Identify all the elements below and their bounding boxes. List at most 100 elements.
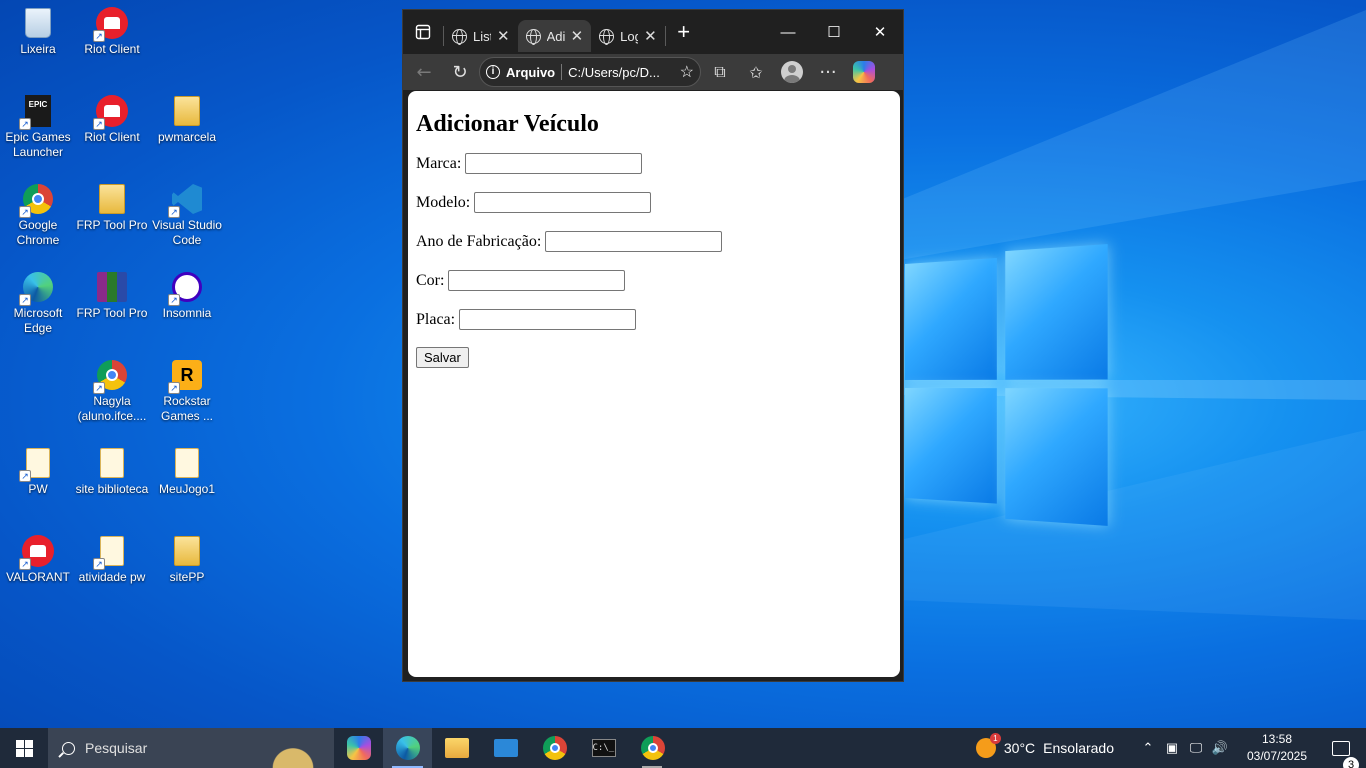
copilot-icon bbox=[346, 736, 371, 760]
copilot-button[interactable] bbox=[847, 56, 881, 88]
sun-icon: 1 bbox=[975, 733, 1001, 758]
desktop-icon-nagyla-chrome[interactable]: ↗ Nagyla (aluno.ifce.... bbox=[74, 358, 150, 424]
desktop-icon-sitepp[interactable]: sitePP bbox=[149, 534, 225, 585]
taskbar-chrome[interactable] bbox=[530, 728, 579, 768]
desktop-icon-label: Riot Client bbox=[84, 42, 140, 56]
taskbar-mail[interactable] bbox=[481, 728, 530, 768]
clock-time: 13:58 bbox=[1261, 732, 1293, 746]
profile-button[interactable] bbox=[775, 56, 809, 88]
show-hidden-icons-button[interactable]: ⌃ bbox=[1136, 728, 1160, 768]
ano-fabricacao-input[interactable] bbox=[545, 231, 723, 252]
windows-logo-wallpaper bbox=[905, 244, 1108, 526]
plus-icon: + bbox=[677, 19, 691, 44]
desktop-icon-meujogo1[interactable]: MeuJogo1 bbox=[149, 446, 225, 497]
info-icon[interactable]: i bbox=[486, 65, 500, 79]
more-icon: ··· bbox=[819, 61, 837, 83]
desktop-icon-epic-games[interactable]: EPIC ↗ Epic Games Launcher bbox=[0, 94, 76, 160]
desktop-icon-riot-client[interactable]: ↗ Riot Client bbox=[74, 6, 150, 57]
desktop-icon-riot-client-2[interactable]: ↗ Riot Client bbox=[74, 94, 150, 145]
favorites-button[interactable]: ✩ bbox=[739, 56, 773, 88]
field-label: Marca: bbox=[416, 154, 462, 172]
favorites-icon: ✩ bbox=[749, 62, 763, 82]
close-window-button[interactable]: ✕ bbox=[857, 10, 903, 54]
search-placeholder: Pesquisar bbox=[85, 740, 148, 756]
desktop-icon-label: VALORANT bbox=[6, 570, 70, 584]
new-tab-button[interactable]: + bbox=[666, 10, 702, 54]
taskbar-terminal[interactable]: C:\_ bbox=[579, 728, 628, 768]
desktop-icon-label: MeuJogo1 bbox=[158, 482, 216, 496]
save-button[interactable]: Salvar bbox=[416, 347, 469, 368]
placa-input[interactable] bbox=[459, 309, 637, 330]
desktop-icon-frp-tool-pro[interactable]: FRP Tool Pro bbox=[74, 182, 150, 233]
field-label: Ano de Fabricação: bbox=[416, 232, 542, 250]
field-modelo: Modelo: bbox=[416, 191, 892, 214]
weather-widget[interactable]: 1 30°C Ensolarado bbox=[975, 733, 1114, 758]
maximize-button[interactable]: ☐ bbox=[811, 10, 857, 54]
taskbar-chrome-profile[interactable] bbox=[628, 728, 677, 768]
folder-icon bbox=[174, 96, 200, 126]
tab-bar: List ✕ Adi ✕ Log ✕ + — ☐ ✕ bbox=[403, 10, 903, 54]
address-separator bbox=[561, 64, 563, 80]
camera-tray-button[interactable]: ▣ bbox=[1160, 728, 1184, 768]
desktop-icon-vscode[interactable]: ↗ Visual Studio Code bbox=[149, 182, 225, 248]
taskbar-file-explorer[interactable] bbox=[432, 728, 481, 768]
marca-input[interactable] bbox=[465, 153, 643, 174]
field-label: Placa: bbox=[416, 310, 456, 328]
notification-count: 3 bbox=[1343, 756, 1359, 768]
desktop-icon-atividade-pw[interactable]: ↗ atividade pw bbox=[74, 534, 150, 585]
volume-tray-button[interactable]: 🔊 bbox=[1208, 728, 1232, 768]
desktop-icon-site-biblioteca[interactable]: site biblioteca bbox=[74, 446, 150, 497]
desktop-icon-pwmarcela[interactable]: pwmarcela bbox=[149, 94, 225, 145]
tab-adicionar[interactable]: Adi ✕ bbox=[517, 20, 592, 52]
cor-input[interactable] bbox=[448, 270, 626, 291]
start-button[interactable] bbox=[0, 728, 48, 768]
desktop-icon-pw[interactable]: ↗ PW bbox=[0, 446, 76, 497]
desktop-icon-label: Nagyla (aluno.ifce.... bbox=[77, 394, 147, 423]
address-bar[interactable]: i Arquivo C:/Users/pc/D... ☆ bbox=[479, 57, 701, 87]
taskbar-search[interactable]: Pesquisar bbox=[48, 728, 334, 768]
weather-badge: 1 bbox=[989, 733, 1001, 744]
field-marca: Marca: bbox=[416, 152, 892, 175]
notifications-button[interactable]: 3 bbox=[1316, 740, 1366, 768]
taskbar-edge[interactable] bbox=[383, 728, 432, 768]
desktop-icon-lixeira[interactable]: Lixeira bbox=[0, 6, 76, 57]
desktop-icon-label: Microsoft Edge bbox=[13, 306, 63, 335]
favorite-star-icon[interactable]: ☆ bbox=[680, 62, 694, 82]
back-arrow-icon: ← bbox=[416, 61, 432, 83]
modelo-input[interactable] bbox=[474, 192, 652, 213]
close-tab-icon[interactable]: ✕ bbox=[571, 27, 584, 45]
tab-list[interactable]: List ✕ bbox=[444, 20, 518, 52]
windows-start-icon bbox=[15, 739, 33, 757]
network-icon: 🖵 bbox=[1189, 740, 1203, 755]
close-tab-icon[interactable]: ✕ bbox=[644, 27, 657, 45]
minimize-icon: — bbox=[780, 23, 796, 41]
window-controls: — ☐ ✕ bbox=[765, 10, 903, 54]
taskbar-copilot[interactable] bbox=[334, 728, 383, 768]
mail-icon bbox=[493, 739, 518, 757]
close-tab-icon[interactable]: ✕ bbox=[497, 27, 510, 45]
desktop-icon-label: Visual Studio Code bbox=[152, 218, 222, 247]
desktop-icon-insomnia[interactable]: ↗ Insomnia bbox=[149, 270, 225, 321]
tab-login[interactable]: Log ✕ bbox=[591, 20, 665, 52]
clock-date: 03/07/2025 bbox=[1246, 749, 1308, 763]
clock[interactable]: 13:58 03/07/2025 bbox=[1238, 731, 1316, 765]
desktop-icon-label: Rockstar Games ... bbox=[160, 394, 213, 423]
refresh-button[interactable]: ↻ bbox=[443, 56, 477, 88]
more-menu-button[interactable]: ··· bbox=[811, 56, 845, 88]
extensions-button[interactable]: ⧉ bbox=[703, 56, 737, 88]
tab-actions-button[interactable] bbox=[403, 10, 443, 54]
network-tray-button[interactable]: 🖵 bbox=[1184, 728, 1208, 768]
winrar-icon bbox=[97, 272, 127, 302]
desktop-icon-google-chrome[interactable]: ↗ Google Chrome bbox=[0, 182, 76, 248]
desktop-icon-valorant[interactable]: ↗ VALORANT bbox=[0, 534, 76, 585]
folder-icon bbox=[174, 536, 200, 566]
search-icon bbox=[62, 741, 75, 755]
desktop-icon-label: pwmarcela bbox=[157, 130, 217, 144]
desktop-icon-rockstar[interactable]: R ↗ Rockstar Games ... bbox=[149, 358, 225, 424]
desktop-icon-frp-tool-pro-archive[interactable]: FRP Tool Pro bbox=[74, 270, 150, 321]
desktop-icon-label: PW bbox=[28, 482, 48, 496]
desktop-icon-microsoft-edge[interactable]: ↗ Microsoft Edge bbox=[0, 270, 76, 336]
back-button[interactable]: ← bbox=[407, 56, 441, 88]
field-label: Modelo: bbox=[416, 193, 471, 211]
minimize-button[interactable]: — bbox=[765, 10, 811, 54]
